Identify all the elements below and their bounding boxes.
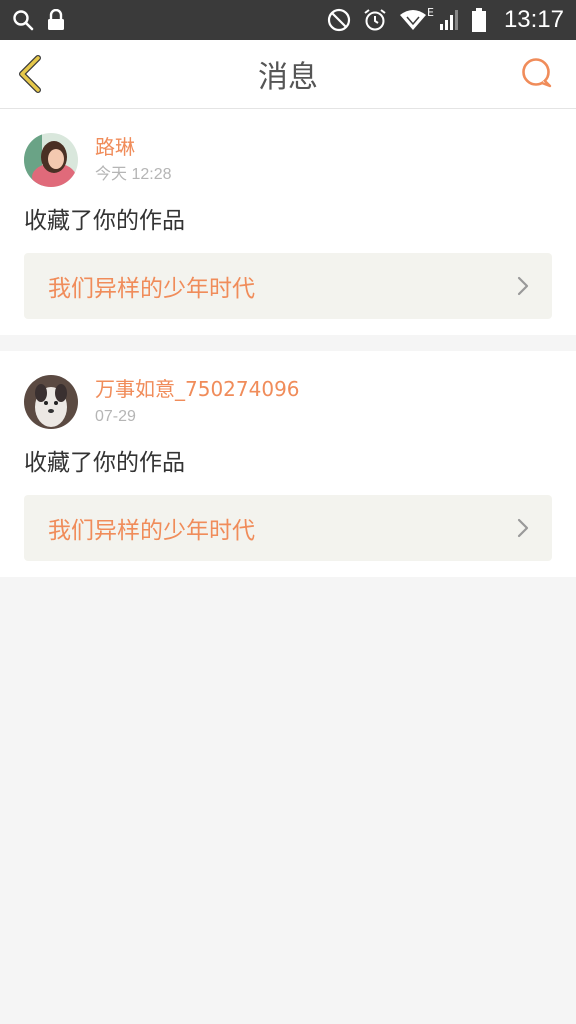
avatar-image (24, 375, 78, 429)
work-link[interactable]: 我们异样的少年时代 (24, 495, 552, 561)
message-card: 万事如意_750274096 07-29 收藏了你的作品 我们异样的少年时代 (0, 351, 576, 577)
message-header: 路琳 今天 12:28 (24, 133, 552, 187)
message-list: 路琳 今天 12:28 收藏了你的作品 我们异样的少年时代 万事如意_75027… (0, 109, 576, 577)
message-action-text: 收藏了你的作品 (24, 450, 185, 476)
signal-icon (439, 10, 458, 30)
chat-bubble-icon (522, 58, 552, 88)
chevron-right-icon (517, 276, 529, 296)
avatar-image (24, 133, 78, 187)
message-card: 路琳 今天 12:28 收藏了你的作品 我们异样的少年时代 (0, 109, 576, 335)
work-title: 我们异样的少年时代 (48, 276, 255, 302)
status-time: 13:17 (503, 6, 564, 33)
message-action-text: 收藏了你的作品 (24, 208, 185, 234)
message-header: 万事如意_750274096 07-29 (24, 375, 552, 429)
avatar[interactable] (24, 133, 78, 187)
avatar[interactable] (24, 375, 78, 429)
message-time: 07-29 (95, 408, 136, 425)
lock-icon (48, 9, 64, 30)
status-bar: E 13:17 (0, 0, 576, 40)
chevron-right-icon (517, 518, 529, 538)
back-button[interactable] (14, 54, 48, 94)
work-title: 我们异样的少年时代 (48, 518, 255, 544)
wifi-icon (399, 10, 426, 30)
message-time: 今天 12:28 (95, 166, 172, 183)
work-link[interactable]: 我们异样的少年时代 (24, 253, 552, 319)
username[interactable]: 万事如意_750274096 (95, 376, 300, 402)
app-header: 消息 (0, 40, 576, 109)
battery-icon (471, 8, 486, 32)
search-icon (13, 10, 34, 31)
alarm-icon (364, 9, 386, 31)
username[interactable]: 路琳 (95, 134, 172, 160)
chat-button[interactable] (520, 56, 554, 92)
chevron-left-icon (19, 55, 41, 93)
page-title: 消息 (258, 60, 318, 95)
do-not-disturb-icon (327, 8, 351, 32)
network-type-label: E (426, 5, 434, 19)
